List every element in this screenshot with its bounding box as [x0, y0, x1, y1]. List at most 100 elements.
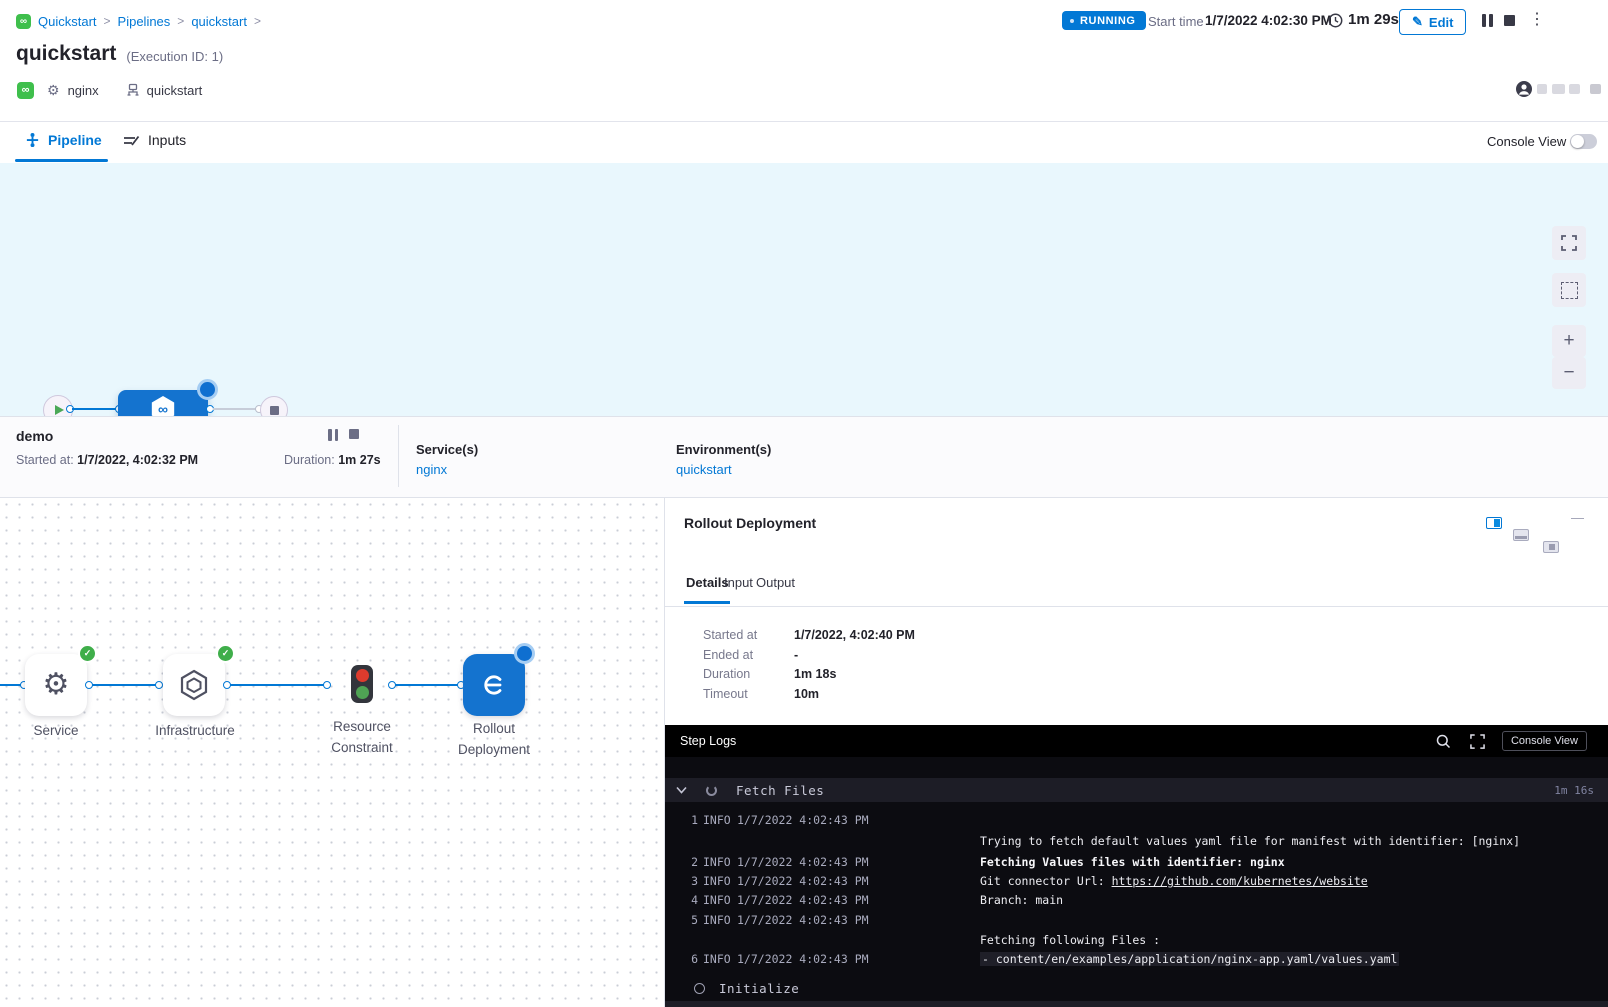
panel-minimize-button[interactable]: —: [1571, 510, 1584, 525]
play-icon: [55, 405, 64, 415]
layout-bottom-fill: [1515, 536, 1527, 539]
breadcrumb-link-pipelines[interactable]: Pipelines: [118, 14, 171, 29]
step-node-service[interactable]: ⚙: [25, 654, 87, 716]
log-section-title: Fetch Files: [736, 783, 824, 798]
divider: [398, 425, 399, 487]
pause-execution-button[interactable]: [1482, 14, 1493, 27]
stage-name: demo: [16, 428, 53, 444]
redacted-text: [1569, 84, 1580, 94]
active-tab-underline: [684, 601, 730, 604]
divider: [665, 606, 1608, 607]
title-row: quickstart (Execution ID: 1): [16, 42, 223, 66]
layout-floating-panel-button[interactable]: [1543, 541, 1559, 553]
canvas-fullscreen-button[interactable]: [1552, 226, 1586, 260]
log-section-duration: 1m 16s: [1554, 784, 1594, 797]
pipeline-graph-canvas[interactable]: ∞ demo + −: [0, 163, 1608, 417]
connector-line: [395, 684, 459, 686]
canvas-select-button[interactable]: [1552, 273, 1586, 307]
step-tab-output[interactable]: Output: [756, 575, 795, 590]
zoom-out-button[interactable]: −: [1552, 357, 1586, 389]
console-view-toggle[interactable]: [1570, 134, 1597, 149]
log-search-icon[interactable]: [1436, 734, 1451, 749]
environment-tag[interactable]: quickstart: [147, 83, 203, 98]
service-tag[interactable]: nginx: [68, 83, 99, 98]
tag-row: ∞ ⚙ nginx quickstart: [17, 81, 202, 99]
harness-logo-icon: ∞: [17, 82, 34, 99]
log-line: 6INFO1/7/2022 4:02:43 PM - content/en/ex…: [665, 949, 1608, 969]
service-link[interactable]: nginx: [416, 462, 447, 477]
breadcrumb-link-pipeline-name[interactable]: quickstart: [191, 14, 247, 29]
status-dot-icon: [1070, 19, 1074, 23]
environment-link[interactable]: quickstart: [676, 462, 732, 477]
app-window: ∞ Quickstart Pipelines quickstart RUNNIN…: [0, 0, 1608, 1007]
execution-id: (Execution ID: 1): [126, 49, 223, 64]
loading-spinner-icon: [706, 785, 717, 796]
stage-running-spinner-icon: [197, 379, 218, 400]
chevron-down-icon: [676, 786, 687, 794]
zoom-in-button[interactable]: +: [1552, 325, 1586, 357]
clock-icon: [1328, 13, 1343, 28]
tab-bar: Pipeline Inputs Console View: [0, 121, 1608, 164]
traffic-light-green-icon: [356, 686, 369, 699]
step-node-infrastructure[interactable]: [163, 654, 225, 716]
stop-icon: [270, 406, 279, 415]
environment-rack-icon: [126, 83, 140, 97]
log-footer-strip: [665, 1001, 1608, 1007]
success-check-icon: ✓: [78, 644, 97, 663]
tab-pipeline[interactable]: Pipeline: [25, 132, 102, 148]
log-line: 2INFO1/7/2022 4:02:43 PMFetching Values …: [665, 852, 1608, 872]
layout-right-fill: [1494, 519, 1500, 527]
harness-logo-icon: ∞: [16, 14, 31, 29]
more-options-button[interactable]: ⋮: [1529, 13, 1545, 27]
connector-line: [72, 408, 120, 410]
breadcrumb-link-quickstart[interactable]: Quickstart: [38, 14, 97, 29]
start-time-label: Start time: [1148, 14, 1204, 29]
breadcrumb-separator: [247, 12, 268, 30]
breadcrumb-separator: [97, 12, 118, 30]
step-node-label: Infrastructure: [140, 720, 250, 741]
log-section-fetch-files[interactable]: Fetch Files 1m 16s: [665, 778, 1608, 802]
execution-graph-canvas[interactable]: ⚙ ✓ Service ✓ Infrastructure Resource Co…: [0, 498, 665, 1007]
layout-bottom-panel-button[interactable]: [1513, 529, 1529, 541]
step-node-label: Resource Constraint: [312, 716, 412, 758]
tab-inputs[interactable]: Inputs: [123, 132, 186, 148]
step-logs-header: Step Logs Console View: [665, 725, 1608, 757]
breadcrumb: ∞ Quickstart Pipelines quickstart: [16, 13, 268, 29]
console-view-label: Console View: [1487, 134, 1566, 149]
log-section-initialize[interactable]: Initialize: [665, 975, 1608, 1001]
connector-line: [92, 684, 157, 686]
stop-execution-button[interactable]: [1504, 15, 1515, 26]
step-tab-input[interactable]: Input: [724, 575, 753, 590]
stage-pause-button[interactable]: [328, 428, 341, 446]
redacted-text: [1552, 84, 1565, 94]
elapsed-time: 1m 29s: [1348, 11, 1399, 28]
avatar-icon[interactable]: [1516, 81, 1532, 97]
log-console-view-button[interactable]: Console View: [1502, 731, 1587, 751]
layout-right-panel-button[interactable]: [1486, 517, 1502, 529]
log-section-title: Initialize: [719, 981, 799, 996]
step-node-rollout-deployment[interactable]: [463, 654, 525, 716]
breadcrumb-separator: [170, 12, 191, 30]
log-line: 5INFO1/7/2022 4:02:43 PM: [665, 910, 1608, 930]
step-logs-title: Step Logs: [680, 734, 736, 748]
stage-duration: Duration: 1m 27s: [284, 453, 381, 467]
account-info: [1516, 81, 1601, 97]
infrastructure-hexagon-icon: [179, 669, 209, 701]
detail-row: Ended at -: [703, 646, 798, 665]
log-line: 3INFO1/7/2022 4:02:43 PM Git connector U…: [665, 871, 1608, 891]
log-line: Fetching following Files :: [665, 930, 1608, 950]
pencil-icon: ✎: [1412, 14, 1423, 30]
stage-started-at: Started at: 1/7/2022, 4:02:32 PM: [16, 453, 198, 467]
traffic-light-red-icon: [356, 669, 369, 682]
log-fullscreen-icon[interactable]: [1470, 734, 1485, 749]
log-line: 4INFO1/7/2022 4:02:43 PMBranch: main: [665, 890, 1608, 910]
stage-stop-button[interactable]: [349, 429, 359, 439]
log-link[interactable]: https://github.com/kubernetes/website: [1112, 874, 1368, 888]
step-node-resource-constraint[interactable]: [351, 665, 373, 703]
redacted-text: [1537, 84, 1547, 94]
marquee-select-icon: [1561, 282, 1578, 299]
step-tab-details[interactable]: Details: [686, 575, 729, 590]
log-line: Trying to fetch default values yaml file…: [665, 831, 1608, 851]
edit-button[interactable]: ✎ Edit: [1399, 9, 1466, 35]
start-time-value: 1/7/2022 4:02:30 PM: [1205, 13, 1332, 28]
